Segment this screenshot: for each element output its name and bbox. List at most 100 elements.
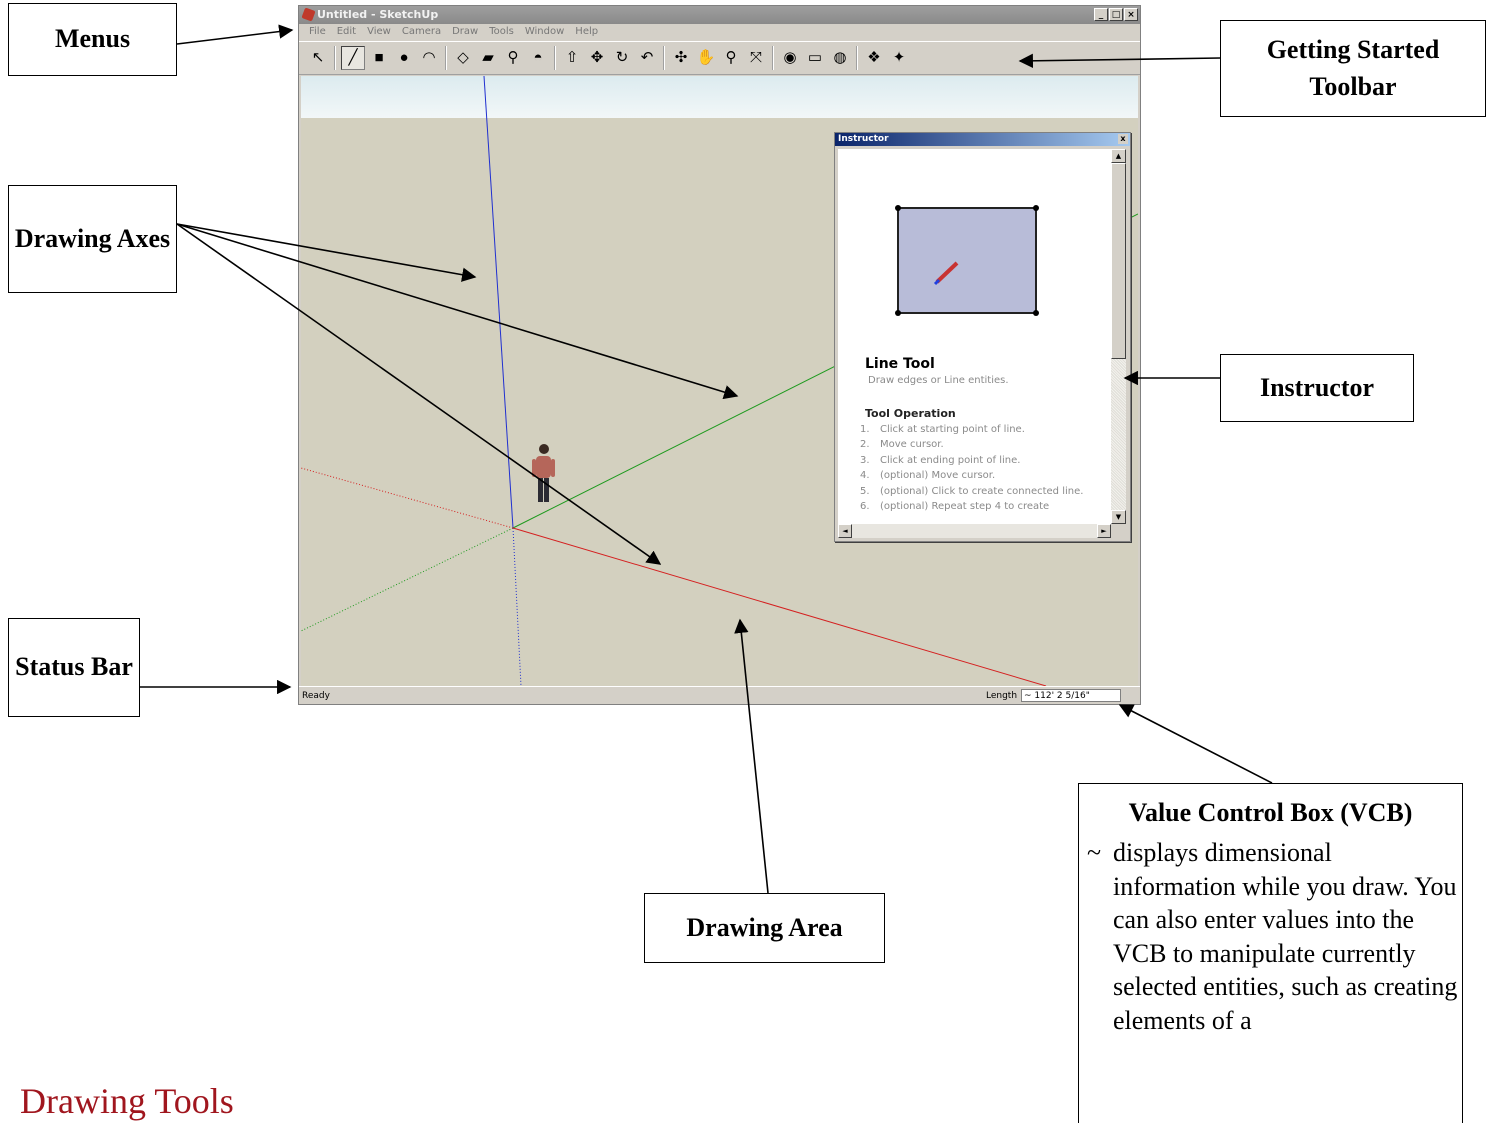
z-axis-negative [512, 527, 522, 686]
getting-started-toolbar: ↖ ╱ ■ ● ◠ ◇ ▰ ⚲ ◓ ⇧ ✥ ↻ ↶ ✣ ✋ ⚲ ⤧ ◉ ▭ ◍ ❖ ✦ [299, 41, 1140, 75]
x-axis-negative [301, 467, 514, 529]
step-text: Move cursor. [880, 439, 944, 451]
toolbar-separator [554, 46, 556, 70]
line-tool-icon[interactable]: ╱ [341, 46, 365, 70]
step-number: 6. [860, 501, 870, 513]
zoom-extents-icon[interactable]: ⤧ [745, 47, 767, 69]
z-axis-positive [483, 76, 514, 529]
instructor-vertical-scrollbar[interactable]: ▲ ▼ [1111, 149, 1126, 524]
tape-measure-icon[interactable]: ⚲ [502, 47, 524, 69]
3d-warehouse-icon[interactable]: ◉ [779, 47, 801, 69]
close-button[interactable]: × [1124, 8, 1138, 21]
step-number: 1. [860, 424, 870, 435]
paint-bucket-icon[interactable]: ◓ [527, 47, 549, 69]
window-title: Untitled - SketchUp [317, 8, 439, 21]
instructor-horizontal-scrollbar[interactable]: ◄ ► [838, 524, 1111, 538]
rectangle-tool-icon[interactable]: ■ [368, 47, 390, 69]
line-tool-illustration [895, 205, 1039, 316]
scroll-left-icon[interactable]: ◄ [838, 524, 852, 538]
step-text: Click at ending point of line. [880, 454, 1021, 466]
minimize-button[interactable]: _ [1094, 8, 1108, 21]
person-figure [532, 444, 555, 502]
callout-menus: Menus [8, 3, 177, 76]
menu-camera[interactable]: Camera [398, 24, 448, 40]
pan-icon[interactable]: ✋ [695, 47, 717, 69]
sketchup-window: Untitled - SketchUp _ □ × File Edit View… [298, 5, 1141, 705]
menu-tools[interactable]: Tools [485, 24, 521, 40]
instructor-step: 5. (optional) Click to create connected l… [860, 484, 1100, 499]
callout-toolbar: Getting Started Toolbar [1220, 20, 1486, 117]
maximize-button[interactable]: □ [1109, 8, 1123, 21]
vcb-label: Length [986, 691, 1018, 701]
instructor-content: Line Tool Draw edges or Line entities. T… [838, 149, 1111, 524]
instructor-close-button[interactable]: x [1118, 134, 1128, 144]
step-text: (optional) Repeat step 4 to create [880, 501, 1050, 513]
get-models-icon[interactable]: ◍ [829, 47, 851, 69]
scroll-thumb[interactable] [1111, 163, 1126, 359]
arrow-menus [176, 24, 294, 45]
styles-icon[interactable]: ✦ [888, 47, 910, 69]
menu-window[interactable]: Window [521, 24, 571, 40]
zoom-icon[interactable]: ⚲ [720, 47, 742, 69]
menu-view[interactable]: View [363, 24, 398, 40]
menu-draw[interactable]: Draw [448, 24, 485, 40]
title-bar: Untitled - SketchUp _ □ × [299, 6, 1140, 24]
instructor-step: 6. (optional) Repeat step 4 to create [860, 499, 1100, 514]
make-component-icon[interactable]: ◇ [452, 47, 474, 69]
callout-drawing-axes: Drawing Axes [8, 185, 177, 293]
toolbar-separator [445, 46, 447, 70]
y-axis-negative [301, 527, 514, 632]
toolbar-separator [663, 46, 665, 70]
callout-vcb-tilde: ~ [1087, 838, 1102, 867]
move-icon[interactable]: ✥ [586, 47, 608, 69]
scroll-down-icon[interactable]: ▼ [1111, 510, 1126, 524]
menu-help[interactable]: Help [571, 24, 605, 40]
share-model-icon[interactable]: ▭ [804, 47, 826, 69]
menu-edit[interactable]: Edit [333, 24, 363, 40]
instructor-section-title: Tool Operation [865, 407, 956, 420]
toolbar-separator [772, 46, 774, 70]
arc-tool-icon[interactable]: ◠ [418, 47, 440, 69]
instructor-title: Instructor [835, 133, 1130, 146]
step-number: 2. [860, 439, 870, 451]
status-bar: Ready Length ~ 112' 2 5/16" [299, 686, 1140, 704]
callout-instructor: Instructor [1220, 354, 1414, 422]
scroll-up-icon[interactable]: ▲ [1111, 149, 1126, 163]
step-number: 4. [860, 470, 870, 482]
instructor-step: 1. Click at starting point of line. [860, 422, 1100, 437]
select-tool-icon[interactable]: ↖ [307, 47, 329, 69]
instructor-step: 3. Click at ending point of line. [860, 453, 1100, 468]
callout-vcb-text: displays dimensional information while y… [1113, 838, 1458, 1035]
menu-file[interactable]: File [305, 24, 333, 40]
instructor-step: 4. (optional) Move cursor. [860, 468, 1100, 483]
scroll-right-icon[interactable]: ► [1097, 524, 1111, 538]
instructor-tool-name: Line Tool [865, 356, 935, 372]
instructor-steps: 1. Click at starting point of line. 2. Move… [860, 422, 1100, 514]
arrow-vcb [1118, 704, 1273, 784]
push-pull-icon[interactable]: ⇧ [561, 47, 583, 69]
value-control-box[interactable]: ~ 112' 2 5/16" [1021, 689, 1121, 702]
step-number: 3. [860, 454, 870, 466]
step-text: (optional) Click to create connected lin… [880, 485, 1084, 497]
step-number: 5. [860, 485, 870, 497]
instructor-tool-subtitle: Draw edges or Line entities. [868, 375, 1009, 386]
components-icon[interactable]: ❖ [863, 47, 885, 69]
x-axis-positive [512, 527, 1047, 686]
offset-icon[interactable]: ↶ [636, 47, 658, 69]
callout-vcb-title: Value Control Box (VCB) [1128, 798, 1413, 827]
callout-drawing-area: Drawing Area [644, 893, 885, 963]
toolbar-separator [334, 46, 336, 70]
pencil-icon [933, 261, 959, 286]
orbit-icon[interactable]: ✣ [670, 47, 692, 69]
eraser-icon[interactable]: ▰ [477, 47, 499, 69]
sketchup-app-icon [301, 7, 316, 22]
page-heading: Drawing Tools [20, 1081, 234, 1121]
step-text: (optional) Move cursor. [880, 470, 996, 482]
step-text: Click at starting point of line. [880, 424, 1025, 435]
circle-tool-icon[interactable]: ● [393, 47, 415, 69]
menu-bar: File Edit View Camera Draw Tools Window … [299, 24, 1140, 40]
status-text: Ready [302, 691, 330, 701]
rotate-icon[interactable]: ↻ [611, 47, 633, 69]
instructor-panel: Instructor x Line Tool Draw edges or Lin… [834, 132, 1131, 542]
callout-vcb: Value Control Box (VCB) ~ displays dimen… [1078, 783, 1463, 1123]
